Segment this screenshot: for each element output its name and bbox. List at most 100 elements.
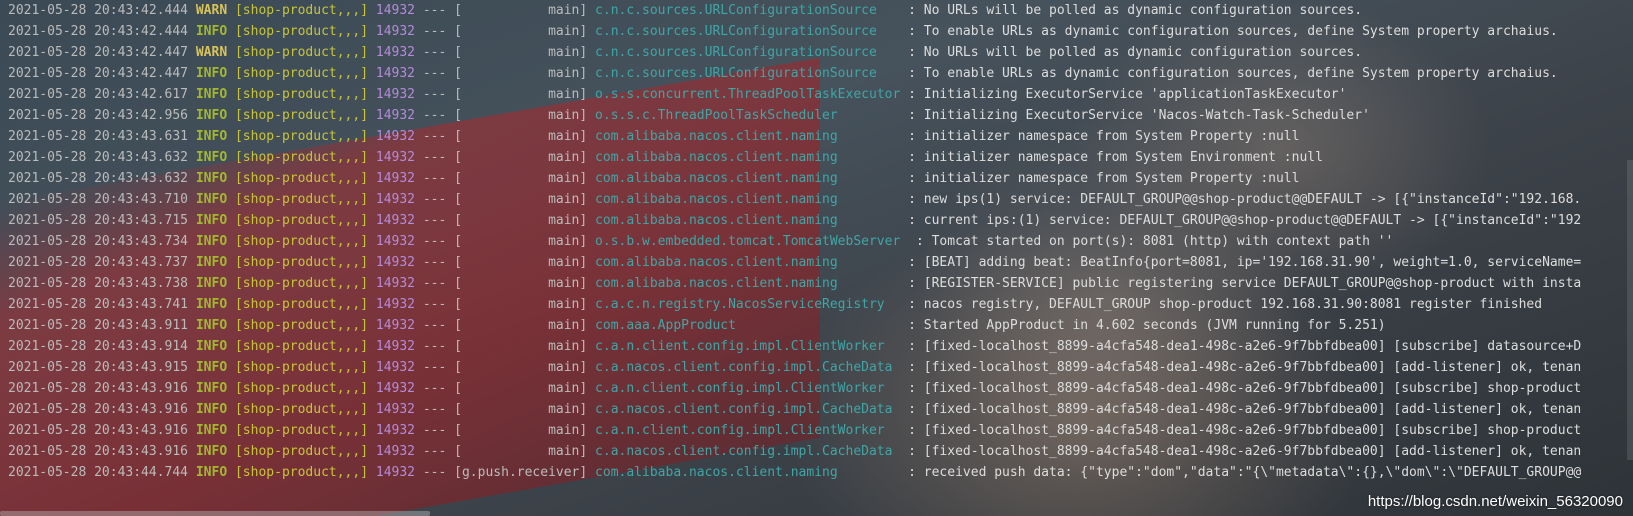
log-line: 2021-05-28 20:43:43.734 INFO [shop-produ… [0, 231, 1633, 252]
log-message: : received push data: {"type":"dom","dat… [908, 465, 1582, 480]
log-message: : Initializing ExecutorService 'applicat… [908, 87, 1347, 102]
console-output[interactable]: 2021-05-28 20:43:42.444 WARN [shop-produ… [0, 0, 1633, 516]
log-line: 2021-05-28 20:43:42.956 INFO [shop-produ… [0, 105, 1633, 126]
log-thread: [ main] [454, 108, 588, 123]
log-timestamp: 2021-05-28 20:43:42.444 [8, 3, 189, 18]
log-service: [shop-product,,,] [234, 3, 369, 18]
log-message: : [fixed-localhost_8899-a4cfa548-dea1-49… [908, 381, 1582, 396]
log-line: 2021-05-28 20:43:43.710 INFO [shop-produ… [0, 189, 1633, 210]
log-pid: 14932 [375, 423, 416, 438]
log-pid: 14932 [375, 234, 416, 249]
log-separator: --- [422, 108, 447, 123]
log-timestamp: 2021-05-28 20:43:44.744 [8, 465, 189, 480]
log-level: INFO [195, 108, 228, 123]
log-separator: --- [422, 192, 447, 207]
log-logger: c.a.n.client.config.impl.ClientWorker [595, 381, 901, 396]
log-thread: [ main] [454, 24, 588, 39]
log-timestamp: 2021-05-28 20:43:42.617 [8, 87, 189, 102]
log-separator: --- [422, 234, 447, 249]
log-thread: [ main] [454, 3, 588, 18]
log-logger: c.a.nacos.client.config.impl.CacheData [595, 360, 901, 375]
log-level: INFO [195, 444, 228, 459]
watermark-text: https://blog.csdn.net/weixin_56320090 [1367, 493, 1623, 510]
log-timestamp: 2021-05-28 20:43:43.916 [8, 402, 189, 417]
log-timestamp: 2021-05-28 20:43:43.916 [8, 423, 189, 438]
log-thread: [ main] [454, 66, 588, 81]
log-line: 2021-05-28 20:43:42.447 INFO [shop-produ… [0, 63, 1633, 84]
log-logger: c.a.n.client.config.impl.ClientWorker [595, 423, 901, 438]
log-service: [shop-product,,,] [234, 234, 369, 249]
log-message: : new ips(1) service: DEFAULT_GROUP@@sho… [908, 192, 1582, 207]
log-level: INFO [195, 24, 228, 39]
log-message: : Tomcat started on port(s): 8081 (http)… [915, 234, 1394, 249]
vertical-scrollbar[interactable] [1627, 160, 1633, 460]
log-separator: --- [422, 381, 447, 396]
log-timestamp: 2021-05-28 20:43:43.914 [8, 339, 189, 354]
log-timestamp: 2021-05-28 20:43:43.737 [8, 255, 189, 270]
log-level: INFO [195, 150, 228, 165]
log-level: WARN [195, 45, 228, 60]
log-pid: 14932 [375, 276, 416, 291]
log-line: 2021-05-28 20:43:42.444 INFO [shop-produ… [0, 21, 1633, 42]
log-pid: 14932 [375, 24, 416, 39]
log-line: 2021-05-28 20:43:43.915 INFO [shop-produ… [0, 357, 1633, 378]
horizontal-scrollbar-thumb[interactable] [0, 511, 430, 516]
log-lines: 2021-05-28 20:43:42.444 WARN [shop-produ… [0, 0, 1633, 483]
log-separator: --- [422, 276, 447, 291]
log-separator: --- [422, 402, 447, 417]
log-logger: com.alibaba.nacos.client.naming [595, 192, 901, 207]
log-logger: com.alibaba.nacos.client.naming [595, 276, 901, 291]
log-timestamp: 2021-05-28 20:43:42.447 [8, 45, 189, 60]
log-pid: 14932 [375, 297, 416, 312]
log-logger: o.s.s.c.ThreadPoolTaskScheduler [595, 108, 901, 123]
log-message: : [fixed-localhost_8899-a4cfa548-dea1-49… [908, 360, 1582, 375]
log-timestamp: 2021-05-28 20:43:43.738 [8, 276, 189, 291]
log-message: : [REGISTER-SERVICE] public registering … [908, 276, 1582, 291]
log-separator: --- [422, 24, 447, 39]
log-level: INFO [195, 339, 228, 354]
log-logger: o.s.s.concurrent.ThreadPoolTaskExecutor [595, 87, 901, 102]
log-thread: [ main] [454, 255, 588, 270]
log-timestamp: 2021-05-28 20:43:43.915 [8, 360, 189, 375]
log-line: 2021-05-28 20:43:43.916 INFO [shop-produ… [0, 378, 1633, 399]
log-thread: [ main] [454, 45, 588, 60]
log-timestamp: 2021-05-28 20:43:43.631 [8, 129, 189, 144]
log-pid: 14932 [375, 381, 416, 396]
log-separator: --- [422, 87, 447, 102]
log-service: [shop-product,,,] [234, 150, 369, 165]
log-separator: --- [422, 318, 447, 333]
log-separator: --- [422, 213, 447, 228]
log-line: 2021-05-28 20:43:43.738 INFO [shop-produ… [0, 273, 1633, 294]
log-service: [shop-product,,,] [234, 213, 369, 228]
log-service: [shop-product,,,] [234, 339, 369, 354]
log-pid: 14932 [375, 339, 416, 354]
log-pid: 14932 [375, 87, 416, 102]
log-thread: [ main] [454, 213, 588, 228]
log-thread: [ main] [454, 297, 588, 312]
log-message: : Started AppProduct in 4.602 seconds (J… [908, 318, 1386, 333]
log-message: : No URLs will be polled as dynamic conf… [908, 3, 1363, 18]
log-message: : No URLs will be polled as dynamic conf… [908, 45, 1363, 60]
log-service: [shop-product,,,] [234, 465, 369, 480]
log-separator: --- [422, 45, 447, 60]
log-timestamp: 2021-05-28 20:43:43.741 [8, 297, 189, 312]
log-message: : To enable URLs as dynamic configuratio… [908, 24, 1558, 39]
log-separator: --- [422, 3, 447, 18]
log-level: INFO [195, 234, 228, 249]
log-thread: [ main] [454, 192, 588, 207]
log-thread: [ main] [454, 339, 588, 354]
log-service: [shop-product,,,] [234, 171, 369, 186]
log-thread: [ main] [454, 444, 588, 459]
log-thread: [ main] [454, 423, 588, 438]
log-pid: 14932 [375, 402, 416, 417]
log-level: INFO [195, 297, 228, 312]
log-logger: com.alibaba.nacos.client.naming [595, 255, 901, 270]
log-service: [shop-product,,,] [234, 45, 369, 60]
log-level: WARN [195, 3, 228, 18]
log-separator: --- [422, 150, 447, 165]
log-logger: c.a.nacos.client.config.impl.CacheData [595, 402, 901, 417]
log-thread: [ main] [454, 171, 588, 186]
log-line: 2021-05-28 20:43:42.444 WARN [shop-produ… [0, 0, 1633, 21]
log-line: 2021-05-28 20:43:42.447 WARN [shop-produ… [0, 42, 1633, 63]
log-line: 2021-05-28 20:43:43.715 INFO [shop-produ… [0, 210, 1633, 231]
